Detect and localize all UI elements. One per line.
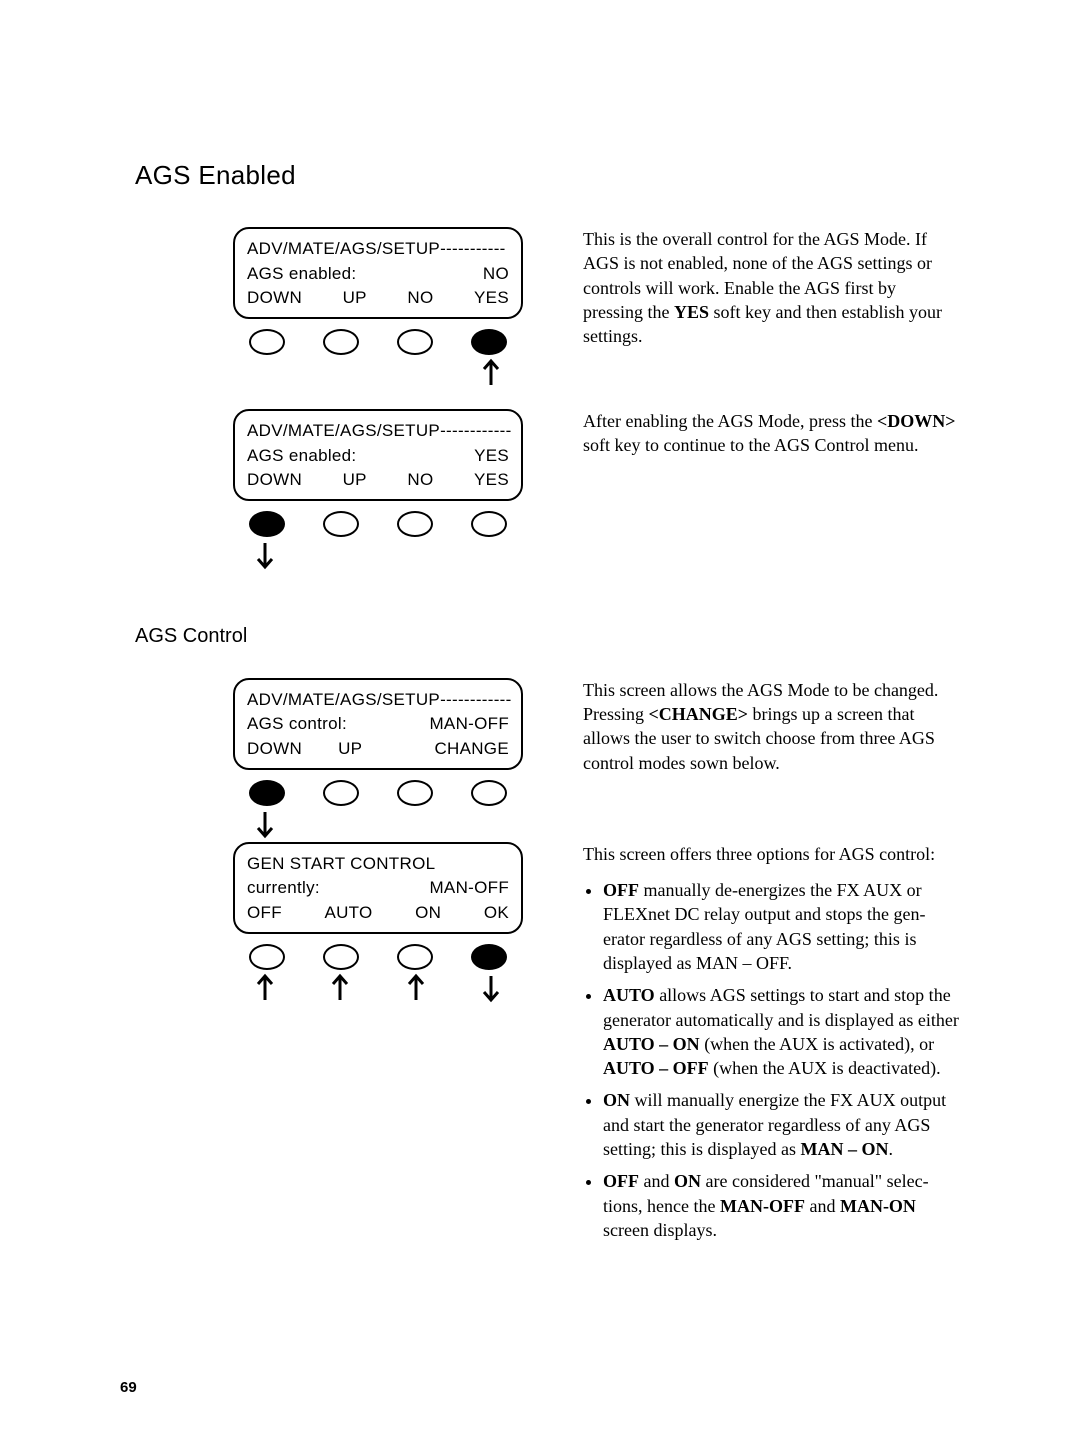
button-row <box>233 501 523 539</box>
softkey-ok: OK <box>484 901 509 926</box>
softkey-down: DOWN <box>247 468 302 493</box>
softkey-yes: YES <box>474 468 509 493</box>
list-item: AUTO allows AGS settings to start and st… <box>603 983 960 1080</box>
arrow-up-icon <box>249 972 281 1004</box>
softkey-no: NO <box>407 286 433 311</box>
softkey-button[interactable] <box>397 944 433 970</box>
softkey-on: ON <box>415 901 441 926</box>
softkey-up: UP <box>343 468 367 493</box>
lcd-value: YES <box>474 444 509 469</box>
arrow-up-icon <box>400 972 432 1004</box>
button-row <box>233 934 523 972</box>
softkey-change: CHANGE <box>434 737 509 762</box>
lcd-label: currently: <box>247 876 320 901</box>
softkey-button[interactable] <box>471 329 507 355</box>
softkey-off: OFF <box>247 901 282 926</box>
lcd-label: AGS control: <box>247 712 347 737</box>
softkey-down: DOWN <box>247 737 302 762</box>
button-row <box>233 319 523 357</box>
para-1: This is the overall control for the AGS … <box>583 227 960 348</box>
softkey-button[interactable] <box>323 511 359 537</box>
arrow-down-icon <box>475 972 507 1004</box>
list-item: ON will manually energize the FX AUX out… <box>603 1088 960 1161</box>
softkey-no: NO <box>407 468 433 493</box>
para-3: This screen allows the AGS Mode to be ch… <box>583 678 960 775</box>
softkey-button[interactable] <box>323 780 359 806</box>
lcd-screen-4: GEN START CONTROL currently: MAN-OFF OFF… <box>233 842 523 1006</box>
softkey-auto: AUTO <box>324 901 372 926</box>
lcd-label: AGS enabled: <box>247 444 356 469</box>
softkey-up: UP <box>343 286 367 311</box>
arrow-up-icon <box>475 357 507 389</box>
lcd-value: NO <box>483 262 509 287</box>
softkey-up: UP <box>338 737 362 762</box>
page-number: 69 <box>120 1379 137 1396</box>
softkey-button[interactable] <box>471 511 507 537</box>
arrow-down-icon <box>249 539 281 571</box>
arrow-row <box>233 972 523 1006</box>
list-item: OFF and ON are considered "manual" selec… <box>603 1169 960 1242</box>
softkey-button[interactable] <box>323 329 359 355</box>
softkey-down: DOWN <box>247 286 302 311</box>
arrow-row <box>233 808 523 842</box>
section-heading-ags-enabled: AGS Enabled <box>135 160 960 191</box>
softkey-button[interactable] <box>249 780 285 806</box>
arrow-row <box>233 357 523 391</box>
lcd-header: ADV/MATE/AGS/SETUP------------ <box>247 419 509 444</box>
softkey-button[interactable] <box>397 780 433 806</box>
lcd-screen-2: ADV/MATE/AGS/SETUP------------ AGS enabl… <box>233 409 523 573</box>
softkey-button[interactable] <box>249 511 285 537</box>
softkey-button[interactable] <box>397 511 433 537</box>
arrow-row <box>233 539 523 573</box>
lcd-header: GEN START CONTROL <box>247 852 509 877</box>
softkey-yes: YES <box>474 286 509 311</box>
list-item: OFF manually de-energizes the FX AUX or … <box>603 878 960 975</box>
softkey-button[interactable] <box>249 944 285 970</box>
lcd-label: AGS enabled: <box>247 262 356 287</box>
section-heading-ags-control: AGS Control <box>135 625 960 648</box>
options-list: OFF manually de-energizes the FX AUX or … <box>583 878 960 1242</box>
softkey-button[interactable] <box>323 944 359 970</box>
softkey-button[interactable] <box>471 780 507 806</box>
softkey-button[interactable] <box>397 329 433 355</box>
lcd-screen-3: ADV/MATE/AGS/SETUP------------ AGS contr… <box>233 678 523 842</box>
softkey-button[interactable] <box>471 944 507 970</box>
arrow-down-icon <box>249 808 281 840</box>
softkey-button[interactable] <box>249 329 285 355</box>
para-4-lead: This screen offers three options for AGS… <box>583 842 960 866</box>
lcd-value: MAN-OFF <box>429 876 509 901</box>
lcd-screen-1: ADV/MATE/AGS/SETUP----------- AGS enable… <box>233 227 523 391</box>
lcd-header: ADV/MATE/AGS/SETUP----------- <box>247 237 509 262</box>
button-row <box>233 770 523 808</box>
para-2: After enabling the AGS Mode, press the <… <box>583 409 960 458</box>
lcd-header: ADV/MATE/AGS/SETUP------------ <box>247 688 509 713</box>
lcd-value: MAN-OFF <box>429 712 509 737</box>
arrow-up-icon <box>324 972 356 1004</box>
